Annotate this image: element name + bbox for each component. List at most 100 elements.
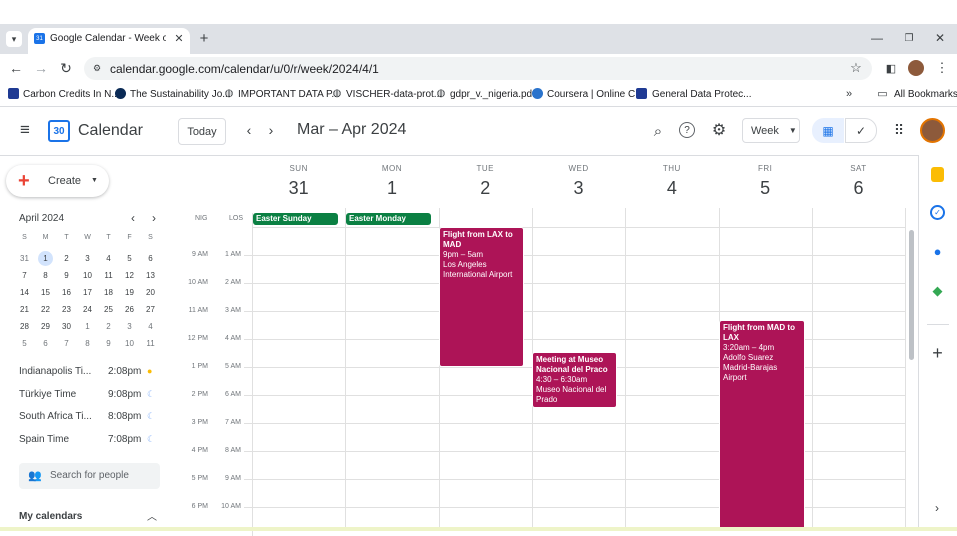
mini-day[interactable]: 31 [14,254,35,263]
main-menu-icon[interactable]: ≡ [16,120,34,139]
settings-gear-icon[interactable]: ⚙ [710,121,728,139]
url-text[interactable]: calendar.google.com/calendar/u/0/r/week/… [110,62,379,76]
mini-day[interactable]: 3 [119,322,140,331]
mini-day[interactable]: 16 [56,288,77,297]
mini-day[interactable]: 22 [35,305,56,314]
search-people-input[interactable]: 👥 Search for people [19,463,160,489]
all-bookmarks[interactable]: All Bookmarks [894,89,957,100]
day-number[interactable]: 31 [252,178,345,199]
contacts-icon[interactable]: ● [930,244,945,259]
day-header[interactable]: SUN 31 [252,164,345,199]
bookmark-item[interactable]: IMPORTANT DATA P... [238,89,340,100]
restore-icon[interactable]: ❐ [901,30,917,46]
mini-day[interactable]: 13 [140,271,161,280]
mini-day[interactable]: 30 [56,322,77,331]
back-icon[interactable]: ← [8,60,24,76]
grid-scrollbar[interactable] [909,230,914,360]
my-calendars-heading[interactable]: My calendars [19,511,82,522]
day-number[interactable]: 5 [719,178,812,199]
event-block[interactable]: Meeting at Museo Nacional del Praco 4:30… [532,352,617,408]
mini-day[interactable]: 19 [119,288,140,297]
tab-close-icon[interactable]: ✕ [172,31,186,45]
bookmark-item[interactable]: VISCHER-data-prot... [346,89,442,100]
mini-day[interactable]: 5 [119,254,140,263]
day-header[interactable]: TUE 2 [439,164,532,199]
bookmark-item[interactable]: gdpr_v._nigeria.pdf [450,89,535,100]
day-number[interactable]: 3 [532,178,625,199]
window-close-icon[interactable]: ✕ [932,30,948,46]
day-number[interactable]: 1 [345,178,438,199]
mini-day[interactable]: 24 [77,305,98,314]
mini-day[interactable]: 12 [119,271,140,280]
mini-day[interactable]: 2 [56,254,77,263]
mini-day[interactable]: 10 [119,339,140,348]
search-icon[interactable]: ⌕ [649,122,667,140]
mini-day[interactable]: 2 [98,322,119,331]
calendar-view-toggle-icon[interactable]: ▦ [812,118,844,143]
keep-icon[interactable] [931,167,944,182]
mini-day[interactable]: 1 [38,251,53,266]
minimize-icon[interactable]: — [869,30,885,46]
bookmark-item[interactable]: The Sustainability Jo... [130,89,231,100]
create-button[interactable]: + Create ▼ [6,165,109,197]
site-info-icon[interactable]: ⚙ [90,61,104,75]
mini-day[interactable]: 8 [77,339,98,348]
day-header[interactable]: SAT 6 [812,164,905,199]
all-day-event[interactable]: Easter Monday [346,213,431,225]
forward-icon[interactable]: → [33,60,49,76]
mini-day[interactable]: 18 [98,288,119,297]
mini-day[interactable]: 4 [98,254,119,263]
mini-day[interactable]: 21 [14,305,35,314]
mini-day[interactable]: 6 [140,254,161,263]
mini-day[interactable]: 11 [140,339,161,348]
tab-search-icon[interactable]: ▾ [6,31,22,47]
mini-day[interactable]: 9 [56,271,77,280]
bookmark-item[interactable]: Coursera | Online C... [547,89,644,100]
mini-next-icon[interactable]: › [148,211,160,225]
mini-day[interactable]: 4 [140,322,161,331]
event-block[interactable]: Flight from MAD to LAX 3:20am – 4pm Adol… [719,320,805,531]
mini-day[interactable]: 14 [14,288,35,297]
mini-day[interactable]: 27 [140,305,161,314]
help-icon[interactable]: ? [679,122,695,138]
day-header[interactable]: MON 1 [345,164,438,199]
previous-week-icon[interactable]: ‹ [242,122,256,138]
mini-day[interactable]: 7 [14,271,35,280]
day-header[interactable]: WED 3 [532,164,625,199]
mini-day[interactable]: 26 [119,305,140,314]
add-addon-icon[interactable]: + [929,343,946,363]
more-bookmarks-icon[interactable]: » [843,87,855,101]
account-avatar[interactable] [920,118,945,143]
mini-day[interactable]: 11 [98,271,119,280]
next-week-icon[interactable]: › [264,122,278,138]
mini-day[interactable]: 28 [14,322,35,331]
today-button[interactable]: Today [178,118,226,145]
chevron-up-icon[interactable]: ︿ [146,509,158,523]
side-panel-icon[interactable]: ◧ [883,60,899,76]
profile-avatar[interactable] [908,60,924,76]
all-day-event[interactable]: Easter Sunday [253,213,338,225]
apps-grid-icon[interactable]: ⠿ [891,122,907,138]
day-number[interactable]: 6 [812,178,905,199]
mini-prev-icon[interactable]: ‹ [127,211,139,225]
event-block[interactable]: Flight from LAX to MAD 9pm – 5am Los Ang… [439,227,524,367]
mini-day[interactable]: 6 [35,339,56,348]
tasks-view-toggle-icon[interactable]: ✓ [845,118,877,143]
mini-day[interactable]: 9 [98,339,119,348]
mini-day[interactable]: 29 [35,322,56,331]
mini-day[interactable]: 8 [35,271,56,280]
bookmark-item[interactable]: General Data Protec... [652,89,752,100]
mini-day[interactable]: 10 [77,271,98,280]
mini-day[interactable]: 3 [77,254,98,263]
view-select[interactable]: Week ▼ [742,118,800,143]
mini-day[interactable]: 17 [77,288,98,297]
day-number[interactable]: 4 [625,178,718,199]
reload-icon[interactable]: ↻ [58,60,74,76]
browser-menu-icon[interactable]: ⋮ [936,60,949,76]
day-number[interactable]: 2 [439,178,532,199]
maps-icon[interactable]: ◆ [930,283,945,298]
day-header[interactable]: FRI 5 [719,164,812,199]
new-tab-icon[interactable]: + [196,30,212,47]
day-header[interactable]: THU 4 [625,164,718,199]
tasks-icon[interactable]: ✓ [930,205,945,220]
